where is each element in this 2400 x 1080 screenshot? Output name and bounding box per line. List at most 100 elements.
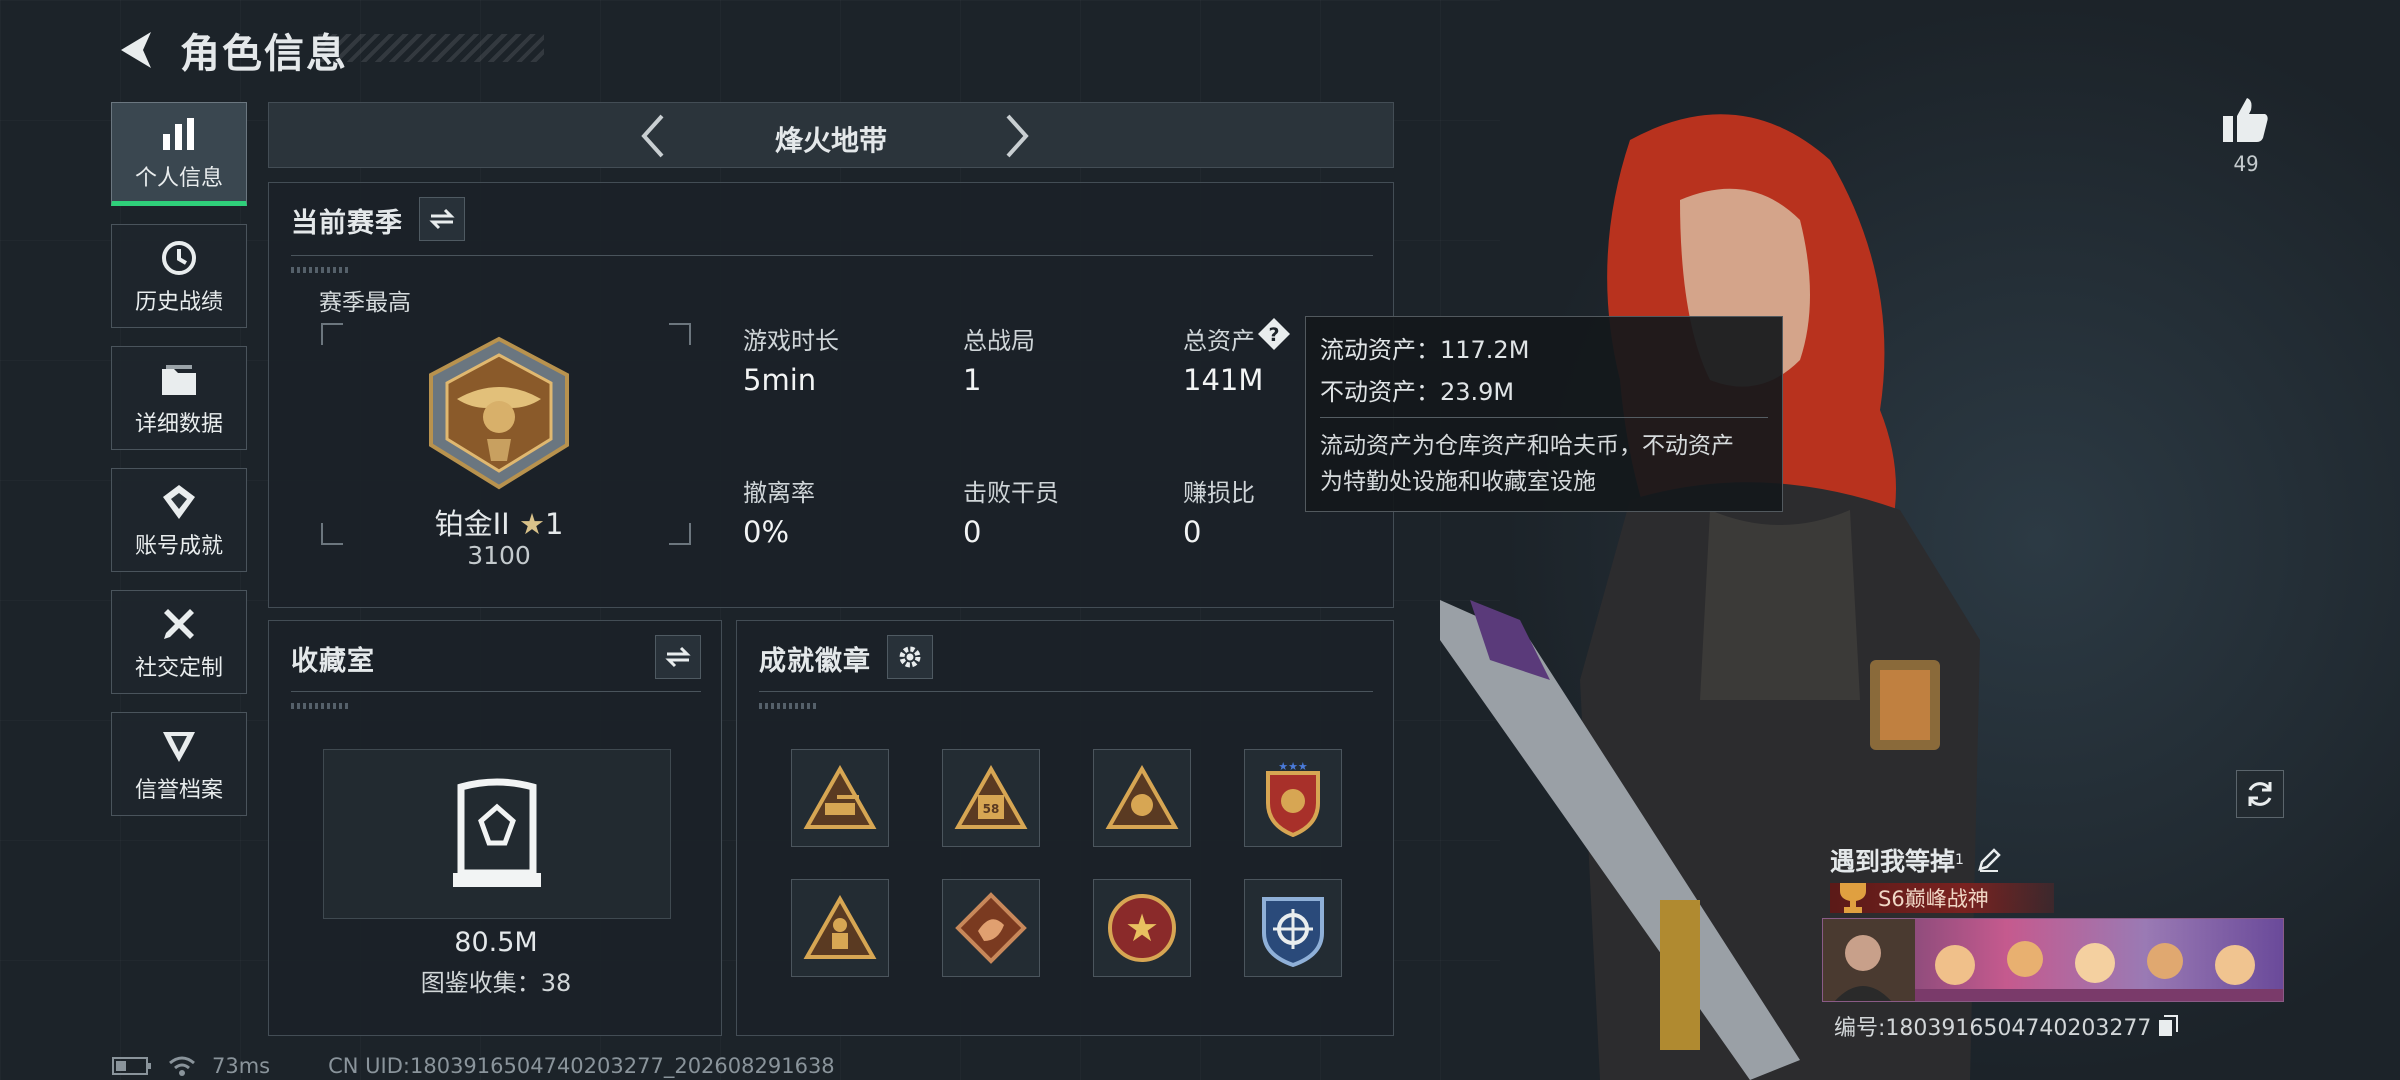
gear-icon: [899, 646, 921, 668]
collection-title: 收藏室: [291, 646, 375, 677]
frame-corner: [321, 523, 343, 545]
tooltip-divider: [1320, 417, 1768, 418]
nav-item-social[interactable]: 社交定制: [111, 590, 247, 694]
like-button[interactable]: 49: [2218, 96, 2274, 176]
stat-extract-value: 0%: [743, 515, 790, 549]
pencil-icon: [1978, 848, 2001, 872]
reputation-icon: [161, 724, 197, 768]
copy-icon: [2159, 1015, 2179, 1036]
nav-label: 详细数据: [134, 412, 223, 437]
hand-badge-icon: [1105, 765, 1179, 829]
divider: [759, 691, 1373, 692]
dragon-badge-icon: [955, 892, 1027, 964]
rank-name: 铂金II: [434, 507, 510, 541]
stat-playtime-label: 游戏时长: [743, 327, 839, 355]
edit-name-button[interactable]: [1976, 847, 2002, 873]
collection-catalog: 图鉴收集：38: [420, 969, 572, 997]
fixed-assets: 不动资产：23.9M: [1320, 378, 1515, 406]
58-badge-icon: 58: [954, 765, 1028, 829]
frame-corner: [669, 323, 691, 345]
collection-switch-button[interactable]: [655, 635, 701, 679]
decor-dots: [291, 703, 351, 709]
badge-slot[interactable]: ★★★: [1244, 749, 1342, 847]
badge-slot[interactable]: [942, 879, 1040, 977]
divider: [291, 691, 701, 692]
crosshair-badge-icon: [1262, 897, 1324, 967]
liquid-assets: 流动资产：117.2M: [1320, 336, 1530, 364]
nav-label: 个人信息: [134, 166, 223, 191]
svg-text:?: ?: [1268, 324, 1279, 346]
chevron-right-icon: [1006, 114, 1029, 158]
nav-item-achievements[interactable]: 账号成就: [111, 468, 247, 572]
name-card-art: [1915, 941, 2283, 1001]
stat-matches-label: 总战局: [963, 327, 1035, 355]
star-shield-badge-icon: ★★★: [1266, 760, 1320, 837]
svg-text:58: 58: [983, 802, 1000, 816]
tank-badge-icon: [803, 765, 877, 829]
next-mode-button[interactable]: [993, 111, 1043, 161]
decor-dots: [291, 267, 351, 273]
stat-kills-label: 击败干员: [963, 479, 1059, 507]
like-count: 49: [2233, 152, 2259, 176]
bar-chart-icon: [161, 112, 197, 156]
stat-extract-label: 撤离率: [743, 479, 815, 507]
trophy-icon: [1840, 883, 1866, 913]
stat-kills-value: 0: [963, 515, 982, 549]
stat-playtime-value: 5min: [743, 363, 817, 397]
rank-stars: 1: [544, 507, 564, 541]
nav-label: 历史战绩: [134, 290, 223, 315]
svg-text:★★★: ★★★: [1278, 760, 1308, 773]
ping-value: 73ms: [212, 1054, 271, 1078]
badge-slot[interactable]: [1244, 879, 1342, 977]
help-diamond-icon: ?: [1258, 318, 1290, 350]
assets-tooltip: 流动资产：117.2M 不动资产：23.9M 流动资产为仓库资产和哈夫币，不动资…: [1305, 316, 1783, 512]
rank-emblem-icon: [429, 336, 569, 490]
badge-slot[interactable]: [791, 879, 889, 977]
nav-label: 信誉档案: [134, 778, 223, 803]
badge-slot[interactable]: [791, 749, 889, 847]
mode-name: 烽火地带: [774, 124, 887, 157]
badges-title: 成就徽章: [759, 646, 871, 677]
wifi-icon: [169, 1056, 195, 1076]
collection-panel[interactable]: 收藏室 80.5M 图鉴收集：38: [268, 620, 722, 1036]
badge-slot[interactable]: [1093, 749, 1191, 847]
uid-text: CN UID:1803916504740203277_202608291638: [328, 1054, 835, 1078]
swap-icon: [429, 208, 455, 230]
player-name-sup: 1: [1955, 852, 1964, 868]
thumbs-up-icon: [2223, 98, 2268, 142]
refresh-icon: [2248, 782, 2272, 806]
stat-ratio-value: 0: [1183, 515, 1202, 549]
status-bar: 73ms CN UID:1803916504740203277_20260829…: [112, 1054, 835, 1078]
copy-id-button[interactable]: [2157, 1014, 2179, 1038]
badge-slot[interactable]: 58: [942, 749, 1040, 847]
player-id-row: 编号:1803916504740203277: [1834, 1010, 2179, 1042]
assets-help-button[interactable]: ?: [1257, 317, 1291, 351]
soldier-badge-icon: [803, 895, 877, 959]
nav-item-reputation[interactable]: 信誉档案: [111, 712, 247, 816]
nav-item-profile[interactable]: 个人信息: [111, 102, 247, 206]
stat-matches-value: 1: [963, 363, 982, 397]
divider: [291, 255, 1373, 256]
nav-item-history[interactable]: 历史战绩: [111, 224, 247, 328]
assets-note-line1: 流动资产为仓库资产和哈夫币，不动资产: [1320, 433, 1734, 459]
player-name: 遇到我等掉: [1830, 847, 1956, 876]
badges-settings-button[interactable]: [887, 635, 933, 679]
assets-note-line2: 为特勤处设施和收藏室设施: [1320, 469, 1596, 495]
vault-icon: [453, 778, 541, 887]
season-switch-button[interactable]: [419, 197, 465, 241]
header: 角色信息: [112, 22, 348, 78]
badge-slot[interactable]: ★: [1093, 879, 1191, 977]
history-icon: [160, 236, 198, 280]
stat-assets-label: 总资产: [1183, 327, 1255, 355]
nav-label: 账号成就: [134, 534, 223, 559]
frame-corner: [321, 323, 343, 345]
svg-text:★: ★: [1125, 906, 1159, 950]
nav-item-details[interactable]: 详细数据: [111, 346, 247, 450]
player-title: S6巅峰战神: [1878, 887, 1989, 911]
star-emblem-badge-icon: ★: [1108, 894, 1176, 962]
nav-label: 社交定制: [134, 656, 223, 681]
refresh-button[interactable]: [2236, 770, 2284, 818]
player-name-card[interactable]: [1822, 918, 2284, 1002]
back-button[interactable]: [112, 27, 158, 73]
back-arrow-icon: [121, 32, 151, 68]
